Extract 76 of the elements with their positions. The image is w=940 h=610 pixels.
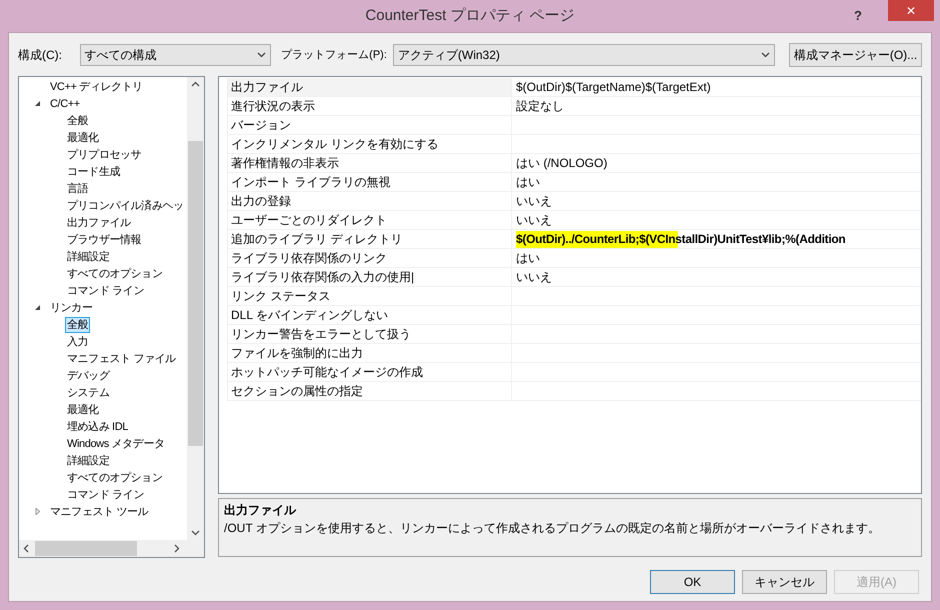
tree-item[interactable]: リンカー (48, 300, 94, 316)
property-name[interactable]: リンク ステータス (228, 287, 512, 305)
property-name[interactable]: DLL をバインディングしない (228, 306, 512, 324)
chevron-down-icon (191, 530, 200, 536)
tree-item[interactable]: プリコンパイル済みヘッ (65, 198, 186, 214)
tree-item[interactable]: すべてのオプション (65, 266, 164, 282)
tree-item[interactable]: 入力 (65, 334, 90, 350)
tree-item[interactable]: システム (65, 384, 112, 400)
tree-item[interactable]: コマンド ライン (65, 282, 146, 298)
expanded-triangle-icon[interactable] (34, 100, 41, 107)
collapsed-triangle-icon[interactable] (34, 508, 41, 515)
tree-item[interactable]: C/C++ (48, 96, 82, 112)
chevron-up-icon (191, 81, 200, 87)
property-name[interactable]: インクリメンタル リンクを有効にする (228, 135, 512, 153)
tree-item[interactable]: 詳細設定 (65, 248, 112, 264)
property-value: いいえ (516, 192, 552, 210)
property-name[interactable]: バージョン (228, 116, 512, 134)
close-button[interactable]: ✕ (888, 0, 934, 21)
tree-item[interactable]: マニフェスト ツール (48, 504, 150, 520)
configuration-manager-button[interactable]: 構成マネージャー(O)... (789, 43, 922, 67)
vertical-scrollbar[interactable] (187, 77, 204, 540)
chevron-right-icon (174, 544, 180, 553)
tree-item[interactable]: すべてのオプション (65, 470, 164, 486)
tree-item[interactable]: 言語 (65, 180, 90, 196)
tree-item[interactable]: 最適化 (65, 130, 101, 146)
property-name[interactable]: 出力の登録 (228, 192, 512, 210)
dialog-button[interactable]: OK (650, 570, 735, 594)
property-name[interactable]: ライブラリ依存関係のリンク (228, 249, 512, 267)
property-value: $(OutDir)$(TargetName)$(TargetExt) (516, 78, 711, 96)
tree-item[interactable]: 出力ファイル (65, 214, 133, 230)
property-name[interactable]: ホットパッチ可能なイメージの作成 (228, 363, 512, 381)
tree-item[interactable]: 最適化 (65, 402, 101, 418)
scroll-thumb[interactable] (35, 541, 137, 556)
chevron-down-icon (257, 52, 266, 58)
tree-item[interactable]: プリプロセッサ (65, 146, 144, 162)
description-text: /OUT オプションを使用すると、リンカーによって作成されるプログラムの既定の名前と場所がオーバーライドされます。 (224, 520, 881, 537)
horizontal-scrollbar[interactable] (19, 540, 204, 557)
tree-item[interactable]: VC++ ディレクトリ (48, 78, 145, 94)
property-name[interactable]: ライブラリ依存関係の入力の使用| (228, 268, 512, 286)
dialog-button[interactable]: キャンセル (742, 570, 827, 594)
window-title: CounterTest プロパティ ページ (365, 6, 575, 26)
tree-item[interactable]: ブラウザー情報 (65, 232, 144, 248)
description-title: 出力ファイル (224, 502, 298, 519)
property-value: 設定なし (516, 98, 564, 114)
property-name[interactable]: インポート ライブラリの無視 (228, 173, 512, 191)
chevron-left-icon (23, 544, 29, 553)
tree-item[interactable]: マニフェスト ファイル (65, 350, 178, 366)
platform-label: プラットフォーム(P): (281, 48, 387, 63)
property-name[interactable]: リンカー警告をエラーとして扱う (228, 325, 512, 343)
platform-dropdown[interactable]: アクティブ(Win32) (392, 44, 776, 66)
property-value: はい (516, 250, 540, 266)
property-value: いいえ (516, 212, 552, 228)
property-name[interactable]: 追加のライブラリ ディレクトリ (228, 230, 512, 248)
tree-item[interactable]: デバッグ (65, 368, 112, 384)
tree-item[interactable]: 全般 (65, 316, 90, 332)
tree-item[interactable]: 全般 (65, 112, 90, 128)
expanded-triangle-icon[interactable] (34, 304, 41, 311)
chevron-down-icon (761, 52, 770, 58)
property-value: はい (516, 174, 540, 190)
configuration-dropdown[interactable]: すべての構成 (80, 44, 272, 66)
tree-item[interactable]: 詳細設定 (65, 452, 112, 468)
property-value: いいえ (516, 268, 552, 286)
property-name[interactable]: 進行状況の表示 (228, 97, 512, 115)
scroll-thumb[interactable] (188, 141, 203, 446)
tree-item[interactable]: 埋め込み IDL (65, 418, 130, 434)
property-value: はい (/NOLOGO) (516, 154, 608, 172)
tree-item[interactable]: Windows メタデータ (65, 436, 166, 452)
property-name[interactable]: 出力ファイル (228, 78, 512, 96)
help-button[interactable]: ? (854, 6, 862, 26)
property-name[interactable]: セクションの属性の指定 (228, 382, 512, 400)
property-name[interactable]: ファイルを強制的に出力 (228, 344, 512, 362)
tree-item[interactable]: コマンド ライン (65, 486, 146, 502)
property-name[interactable]: 著作権情報の非表示 (228, 154, 512, 172)
property-name[interactable]: ユーザーごとのリダイレクト (228, 211, 512, 229)
tree-item[interactable]: コード生成 (65, 164, 122, 180)
configuration-label: 構成(C): (18, 47, 63, 64)
